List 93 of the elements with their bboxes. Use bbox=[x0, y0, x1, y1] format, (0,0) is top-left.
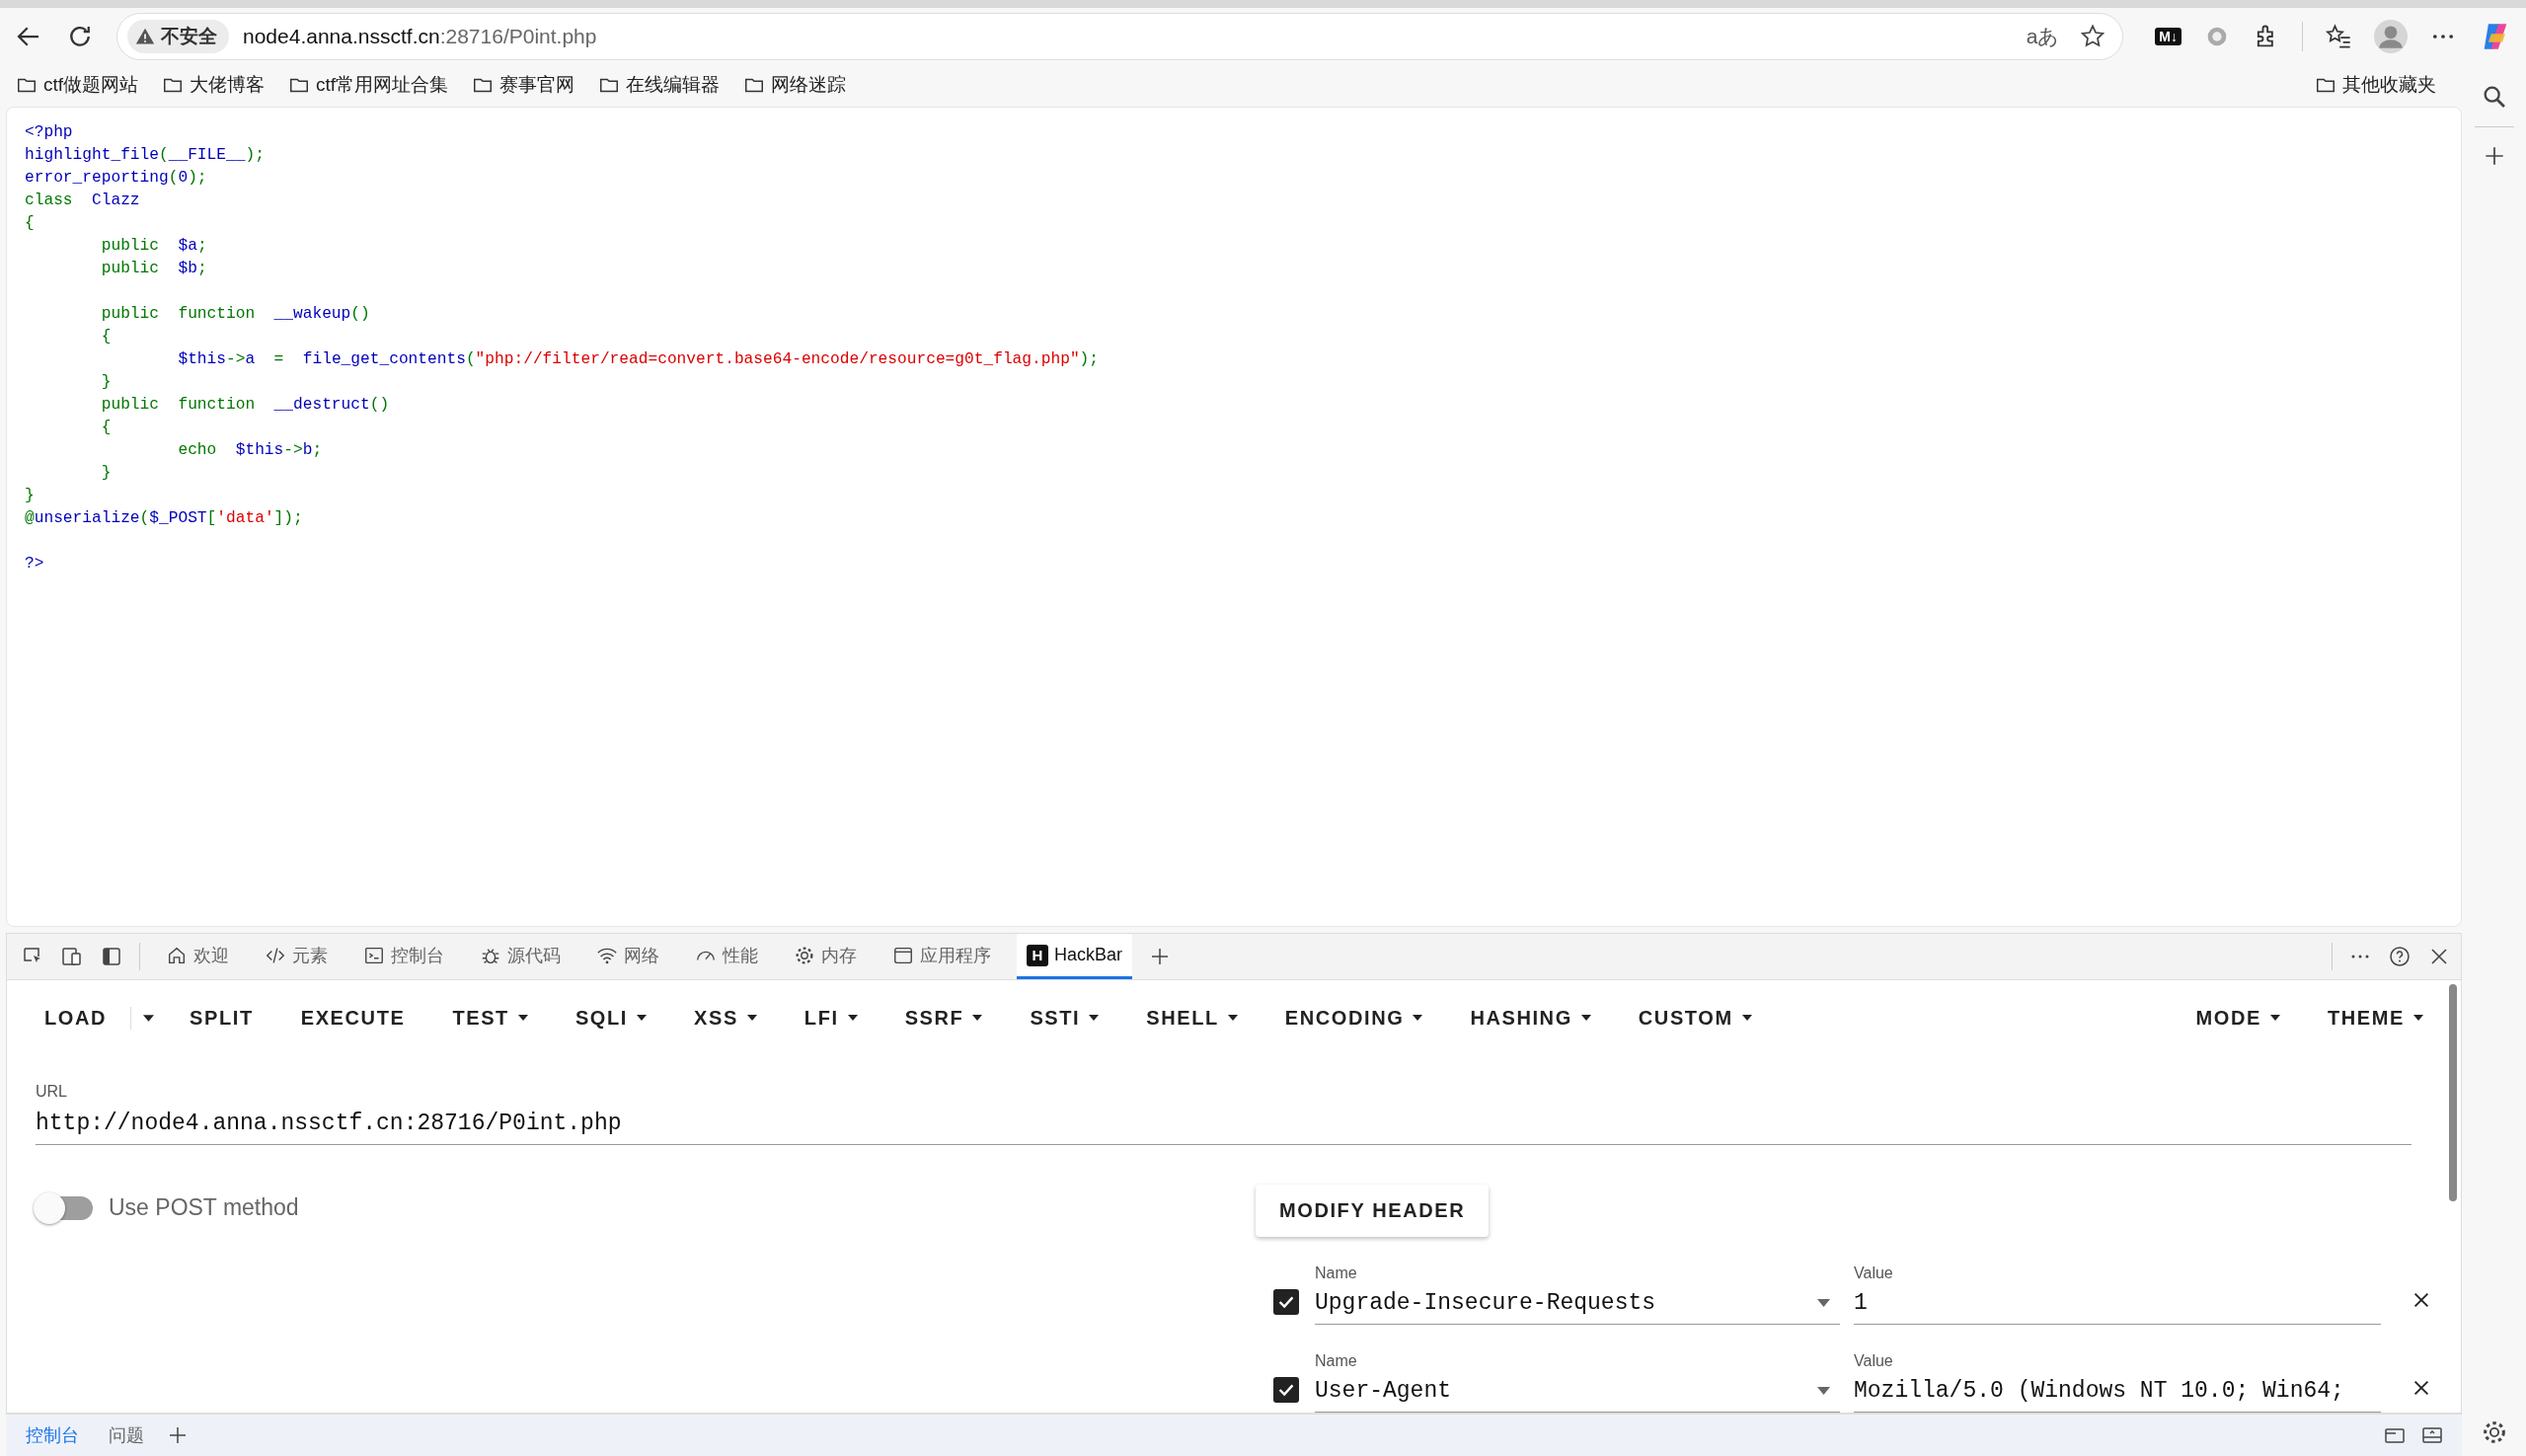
menu-button[interactable]: SQLI bbox=[551, 998, 670, 1037]
code-line: } bbox=[100, 463, 112, 484]
bookmark-folder[interactable]: 网络迷踪 bbox=[743, 72, 847, 98]
caret-icon bbox=[637, 1015, 647, 1021]
checkbox[interactable] bbox=[1273, 1289, 1299, 1315]
code-line: { bbox=[100, 327, 112, 347]
menu-button[interactable]: CUSTOM bbox=[1614, 998, 1776, 1037]
code-line: public function __wakeup() bbox=[100, 304, 370, 325]
favorites-icon[interactable] bbox=[2325, 23, 2352, 50]
code-line: { bbox=[25, 213, 35, 234]
bookmark-folder[interactable]: 在线编辑器 bbox=[598, 72, 721, 98]
caret-icon bbox=[746, 1015, 757, 1021]
devtools-tab[interactable]: 应用程序 bbox=[882, 934, 1001, 979]
menu-button[interactable]: SHELL bbox=[1122, 998, 1262, 1037]
profile-avatar-icon[interactable] bbox=[2374, 20, 2408, 53]
devtools-tab[interactable]: 网络 bbox=[586, 934, 669, 979]
caret-icon bbox=[517, 1015, 528, 1021]
code-line: class Clazz bbox=[25, 191, 140, 211]
code-line: <?php bbox=[25, 122, 73, 143]
bookmark-folder[interactable]: 其他收藏夹 bbox=[2315, 72, 2436, 98]
code-line: error_reporting(0); bbox=[25, 168, 207, 189]
devtools-tab[interactable]: 欢迎 bbox=[156, 934, 239, 979]
url-path: :28716/P0int.php bbox=[439, 25, 597, 48]
devtools-tab[interactable]: 性能 bbox=[685, 934, 768, 979]
caret-icon bbox=[1089, 1015, 1100, 1021]
code-line: $this->a = file_get_contents("php://filter/read=convert.base64-encode/resource=g0t_flag.php"); bbox=[177, 349, 1100, 370]
code-line: { bbox=[100, 418, 112, 438]
security-warning[interactable]: 不安全 bbox=[127, 20, 229, 53]
address-bar[interactable]: 不安全 node4.anna.nssctf.cn:28716/P0int.php aあ bbox=[116, 13, 2124, 60]
code-line: ?> bbox=[25, 554, 44, 575]
menu-button[interactable]: HASHING bbox=[1446, 998, 1615, 1037]
code-line: echo $this->b; bbox=[177, 440, 323, 461]
field-label: Value bbox=[1854, 1264, 1893, 1282]
devtools-tab[interactable]: 源代码 bbox=[470, 934, 571, 979]
caret-icon bbox=[1741, 1015, 1752, 1021]
help-icon[interactable] bbox=[2388, 945, 2411, 968]
warning-icon bbox=[135, 27, 155, 46]
devtools-tab[interactable]: 内存 bbox=[784, 934, 867, 979]
toolbar-button[interactable]: LOAD bbox=[21, 998, 131, 1037]
drawer-tab[interactable]: 问题 bbox=[101, 1418, 152, 1453]
devtools-tab[interactable]: H HackBar bbox=[1017, 934, 1133, 979]
menu-button[interactable]: ENCODING bbox=[1261, 998, 1447, 1037]
menu-button[interactable]: MODE bbox=[2172, 998, 2304, 1037]
code-line: } bbox=[25, 486, 35, 506]
field-label: Name bbox=[1315, 1264, 1357, 1282]
devtools-tab[interactable]: 元素 bbox=[255, 934, 338, 979]
field-label: Name bbox=[1315, 1352, 1357, 1370]
bookmark-folder[interactable]: 赛事官网 bbox=[472, 72, 575, 98]
url-host: node4.anna.nssctf.cn bbox=[243, 25, 440, 48]
caret-icon bbox=[2270, 1015, 2280, 1021]
code-line: public $b; bbox=[100, 259, 207, 279]
menu-button[interactable]: SSRF bbox=[880, 998, 1007, 1037]
menu-button[interactable]: TEST bbox=[428, 998, 552, 1037]
toolbar-button[interactable]: SPLIT bbox=[166, 998, 277, 1037]
field-label: Value bbox=[1854, 1352, 1893, 1370]
markdown-extension-icon[interactable]: M↓ bbox=[2155, 28, 2182, 45]
bookmark-folder[interactable]: ctf常用网址合集 bbox=[288, 72, 449, 98]
caret-icon bbox=[1413, 1015, 1423, 1021]
menu-button[interactable]: LFI bbox=[780, 998, 881, 1037]
menu-button[interactable]: THEME bbox=[2304, 998, 2447, 1037]
header-value-field[interactable]: 1 bbox=[1854, 1286, 2381, 1325]
caret-icon bbox=[2413, 1015, 2423, 1021]
caret-icon bbox=[1817, 1299, 1830, 1307]
code-line: public $a; bbox=[100, 236, 207, 257]
hackbar-logo: H bbox=[1027, 944, 1048, 966]
drawer-tab[interactable]: 控制台 bbox=[18, 1418, 87, 1453]
scrollbar[interactable] bbox=[2449, 984, 2457, 1201]
code-line: @unserialize($_POST['data']); bbox=[25, 508, 303, 529]
dock-icon[interactable] bbox=[100, 945, 123, 968]
toggle-label: Use POST method bbox=[109, 1194, 299, 1221]
caret-icon bbox=[143, 1014, 155, 1022]
caret-icon bbox=[1817, 1387, 1830, 1395]
header-name-field[interactable]: Upgrade-Insecure-Requests bbox=[1315, 1286, 1840, 1325]
checkbox[interactable] bbox=[1273, 1377, 1299, 1403]
caret-icon bbox=[972, 1015, 983, 1021]
caret-icon bbox=[847, 1015, 858, 1021]
devtools-tab[interactable]: 控制台 bbox=[353, 934, 454, 979]
bookmark-folder[interactable]: 大佬博客 bbox=[162, 72, 266, 98]
bookmark-folder[interactable]: ctf做题网站 bbox=[16, 72, 139, 98]
caret-icon bbox=[1227, 1015, 1238, 1021]
device-icon[interactable] bbox=[60, 945, 84, 968]
code-line: highlight_file(__FILE__); bbox=[25, 145, 265, 166]
code-line: public function __destruct() bbox=[100, 395, 390, 416]
read-aloud-icon[interactable]: aあ bbox=[2026, 23, 2060, 50]
caret-icon bbox=[1580, 1015, 1591, 1021]
code-line: } bbox=[100, 372, 112, 393]
menu-button[interactable]: SSTI bbox=[1006, 998, 1123, 1037]
header-value-field[interactable]: Mozilla/5.0 (Windows NT 10.0; Win64; bbox=[1854, 1374, 2381, 1413]
menu-button[interactable]: XSS bbox=[670, 998, 781, 1037]
header-name-field[interactable]: User-Agent bbox=[1315, 1374, 1840, 1413]
toolbar-button[interactable]: EXECUTE bbox=[276, 998, 429, 1037]
modify-header-button[interactable]: MODIFY HEADER bbox=[1256, 1185, 1490, 1237]
url-label: URL bbox=[36, 1083, 67, 1101]
